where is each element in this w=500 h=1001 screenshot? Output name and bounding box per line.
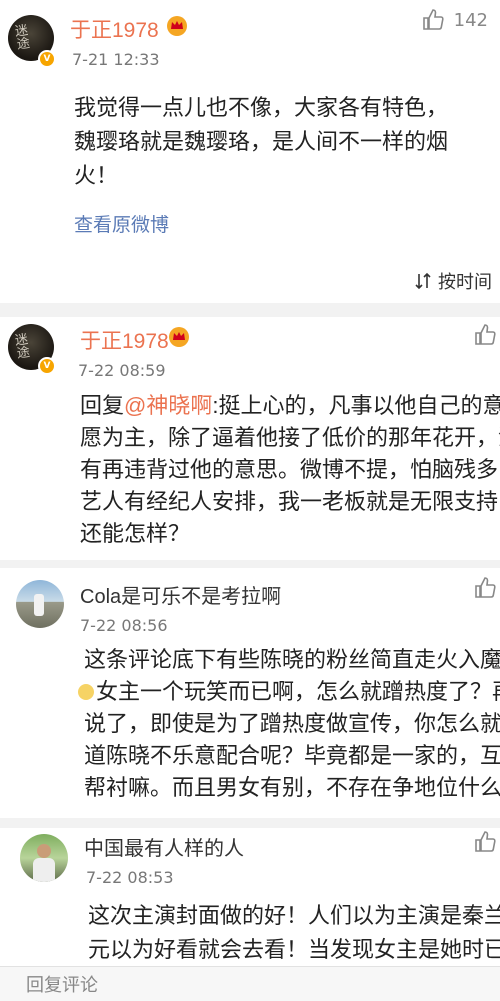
comment-text-line: 魏璎珞就是魏璎珞，是人间不一样的烟: [74, 129, 449, 154]
reply-prefix: 回复: [80, 393, 125, 418]
comment-card-4: 中国最有人样的人 7-22 08:53 这次主演封面做的好！人们以为主演是秦兰聂…: [0, 828, 500, 966]
view-original-link[interactable]: 查看原微博: [74, 210, 169, 237]
sort-label: 按时间: [438, 272, 492, 293]
author-name[interactable]: 于正1978: [80, 325, 169, 355]
vip-crown-icon: [169, 327, 189, 347]
comment-text-line: 回复@神晓啊:挺上心的，凡事以他自己的意: [80, 388, 500, 423]
avatar[interactable]: [16, 580, 64, 628]
comment-text-line: 有再违背过他的意思。微博不提，怕脑残多，: [80, 457, 500, 482]
divider: [0, 303, 500, 317]
author-name[interactable]: Cola是可乐不是考拉啊: [80, 580, 281, 609]
comment-text-line: 道陈晓不乐意配合呢？毕竟都是一家的，互相: [84, 743, 500, 768]
comment-text-line: 火！: [74, 163, 119, 188]
comment-card-1: 迷途 V 于正1978 7-21 12:33 142 我觉得一点儿也不像，大家各…: [0, 0, 500, 312]
thumbs-up-icon[interactable]: [474, 830, 498, 854]
emoji-icon: [78, 684, 94, 700]
comment-time: 7-22 08:56: [80, 616, 168, 635]
comment-text-line: 愿为主，除了逼着他接了低价的那年花开，没: [80, 425, 500, 450]
comment-time: 7-22 08:53: [86, 868, 174, 887]
verified-badge-icon: V: [38, 50, 56, 68]
comment-time: 7-21 12:33: [72, 50, 160, 69]
sort-icon: [415, 272, 431, 290]
verified-badge-icon: V: [38, 357, 56, 375]
reply-text: :挺上心的，凡事以他自己的意: [212, 393, 500, 418]
thumbs-up-icon: [422, 9, 444, 30]
author-name[interactable]: 于正1978: [70, 14, 159, 44]
comment-text-line: 元以为好看就会去看！当发现女主是她时已经: [88, 937, 500, 962]
comment-time: 7-22 08:59: [78, 361, 166, 380]
thumbs-up-icon[interactable]: [474, 323, 498, 347]
comment-text-line: 艺人有经纪人安排，我一老板就是无限支持，: [80, 489, 500, 514]
divider: [0, 818, 500, 828]
reply-input-placeholder[interactable]: 回复评论: [26, 971, 98, 997]
comment-text-line: 还能怎样？: [80, 521, 191, 546]
vip-crown-icon: [167, 16, 187, 36]
comment-card-2: 迷途 V 于正1978 7-22 08:59 回复@神晓啊:挺上心的，凡事以他自…: [0, 317, 500, 560]
comment-text-line: 女主一个玩笑而已啊，怎么就蹭热度了？再: [78, 674, 500, 709]
comment-text-line: 这次主演封面做的好！人们以为主演是秦兰聂: [88, 903, 500, 928]
divider: [0, 560, 500, 568]
comment-text-line: 帮衬嘛。而且男女有别，不存在争地位什么的: [84, 775, 500, 800]
thumbs-up-icon[interactable]: [474, 576, 498, 600]
like-count: 142: [453, 9, 488, 31]
comment-text-line: 说了，即使是为了蹭热度做宣传，你怎么就知: [84, 711, 500, 736]
comment-card-3: Cola是可乐不是考拉啊 7-22 08:56 这条评论底下有些陈晓的粉丝简直走…: [0, 568, 500, 818]
sort-by-time-button[interactable]: 按时间: [414, 268, 492, 294]
mention-link[interactable]: @神晓啊: [124, 393, 212, 418]
reply-input-bar[interactable]: 回复评论: [0, 966, 500, 1001]
author-name[interactable]: 中国最有人样的人: [84, 832, 244, 861]
like-button[interactable]: 142: [422, 8, 488, 32]
comment-text-line: 我觉得一点儿也不像，大家各有特色，: [74, 95, 449, 120]
comment-text-line: 这条评论底下有些陈晓的粉丝简直走火入魔了: [84, 647, 500, 672]
avatar[interactable]: [20, 834, 68, 882]
